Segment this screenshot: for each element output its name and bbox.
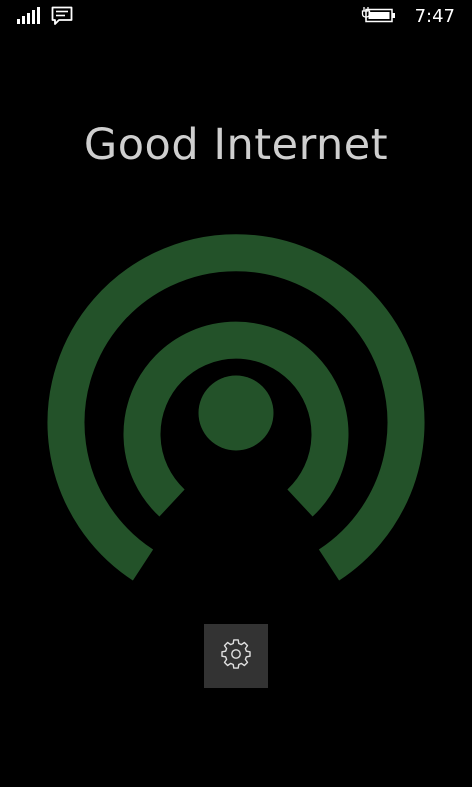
settings-button[interactable] xyxy=(204,624,268,688)
gear-icon xyxy=(220,638,252,674)
center-signal-dot xyxy=(198,375,274,451)
